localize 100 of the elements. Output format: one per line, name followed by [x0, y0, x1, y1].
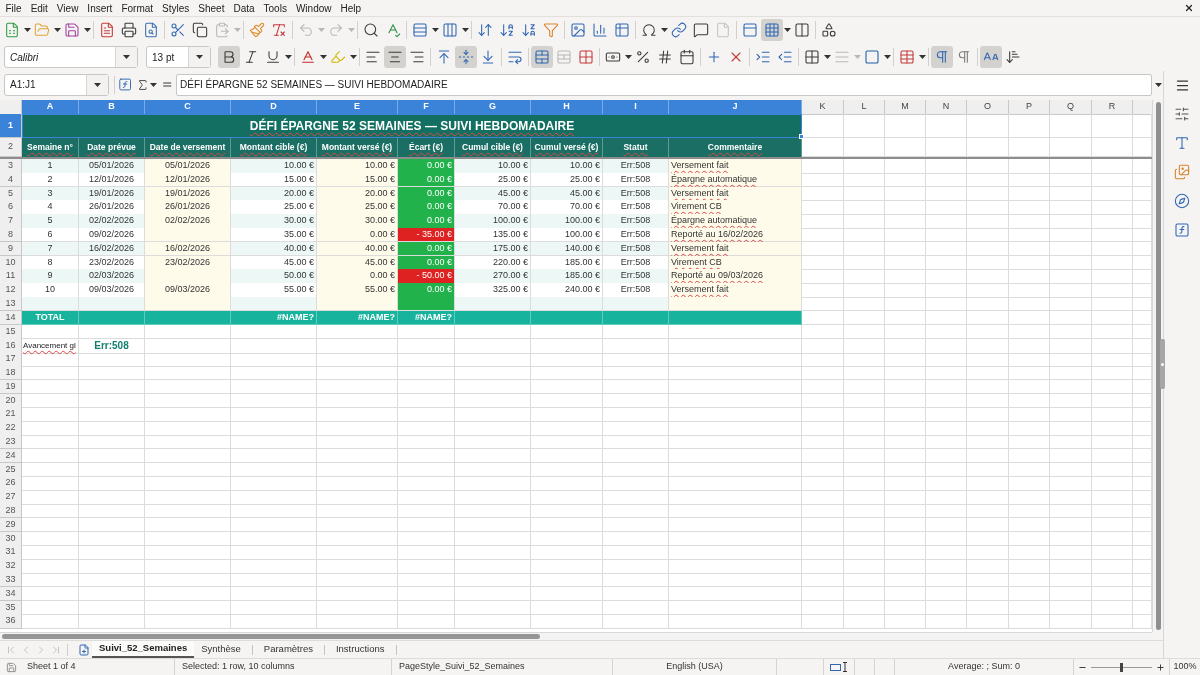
menu-item[interactable]: Edit — [26, 0, 53, 16]
row-header[interactable]: 1 — [0, 114, 22, 138]
caret-icon[interactable] — [783, 28, 791, 32]
plus-icon[interactable] — [1156, 662, 1165, 672]
column-header[interactable]: Q — [1050, 100, 1092, 115]
caret-icon[interactable] — [53, 28, 61, 32]
caret-icon[interactable] — [461, 28, 469, 32]
caret-icon[interactable] — [883, 55, 891, 59]
row-header[interactable]: 3 — [0, 159, 22, 174]
column-header[interactable]: B — [79, 100, 145, 115]
row-header[interactable]: 27 — [0, 490, 22, 505]
caret-icon[interactable] — [349, 55, 357, 59]
function-icon[interactable] — [1174, 222, 1190, 238]
font-size-field[interactable]: 13 pt — [146, 46, 211, 68]
column-header[interactable]: J — [669, 100, 802, 115]
text-horizontal-button[interactable] — [980, 46, 1002, 68]
caret-icon[interactable] — [1155, 82, 1163, 87]
caret-icon[interactable] — [660, 28, 668, 32]
menu-item[interactable]: Help — [336, 0, 366, 16]
column-header[interactable]: E — [317, 100, 398, 115]
fill-handle-icon[interactable] — [799, 134, 804, 139]
column-header[interactable]: R — [1092, 100, 1133, 115]
close-icon[interactable] — [1184, 3, 1194, 13]
menu-item[interactable]: Tools — [259, 0, 292, 16]
column-header[interactable]: C — [145, 100, 231, 115]
row-header[interactable]: 36 — [0, 614, 22, 629]
align-middle-button[interactable] — [455, 46, 477, 68]
name-box-field[interactable]: A1:J1 — [4, 73, 109, 96]
sheet-tab[interactable]: Instructions — [328, 641, 392, 658]
row-header[interactable]: 11 — [0, 269, 22, 284]
sheet-tab[interactable]: Suivi_52_Semaines — [92, 641, 195, 658]
merge-center-button[interactable] — [531, 46, 553, 68]
caret-icon[interactable] — [319, 55, 327, 59]
function-icon[interactable] — [117, 77, 133, 92]
menu-item[interactable]: View — [52, 0, 83, 16]
caret-icon[interactable] — [196, 55, 203, 59]
images-icon[interactable] — [1174, 164, 1190, 180]
row-header[interactable]: 26 — [0, 476, 22, 491]
column-header[interactable]: M — [885, 100, 926, 115]
slider-thumb[interactable] — [1120, 662, 1123, 672]
menu-item[interactable]: Format — [116, 0, 158, 16]
sigma-icon[interactable] — [136, 77, 150, 92]
font-name-field[interactable]: Calibri — [4, 46, 138, 68]
row-header[interactable]: 7 — [0, 214, 22, 229]
column-header[interactable]: K — [802, 100, 844, 115]
compass-icon[interactable] — [1174, 193, 1190, 209]
select-all-corner[interactable] — [0, 100, 22, 115]
caret-icon[interactable] — [918, 55, 926, 59]
rectangle-cursor-icon[interactable] — [830, 662, 848, 672]
column-header[interactable]: A — [22, 100, 79, 115]
menu-item[interactable]: File — [1, 0, 27, 16]
caret-icon[interactable] — [624, 55, 632, 59]
caret-icon[interactable] — [83, 28, 91, 32]
caret-icon[interactable] — [94, 82, 101, 87]
column-header[interactable]: L — [844, 100, 885, 115]
scrollbar-thumb[interactable] — [2, 634, 540, 639]
menu-icon[interactable] — [1174, 78, 1190, 93]
table-cell: 5 — [22, 214, 79, 229]
caret-icon[interactable] — [23, 28, 31, 32]
row-header[interactable]: 2 — [0, 138, 22, 157]
row-header[interactable]: 31 — [0, 545, 22, 560]
column-header[interactable]: O — [967, 100, 1009, 115]
menu-item[interactable]: Sheet — [193, 0, 229, 16]
column-header[interactable]: P — [1009, 100, 1050, 115]
column-header[interactable]: F — [398, 100, 455, 115]
add-page-icon[interactable] — [78, 643, 90, 656]
caret-icon[interactable] — [431, 28, 439, 32]
letter-t-icon[interactable] — [1174, 135, 1190, 151]
table-cell: 325.00 € — [455, 283, 531, 298]
row-header[interactable]: 17 — [0, 352, 22, 367]
menu-item[interactable]: Window — [291, 0, 336, 16]
left-to-right-button[interactable] — [931, 46, 953, 68]
row-header[interactable]: 6 — [0, 200, 22, 215]
bold-button[interactable] — [218, 46, 240, 68]
row-header[interactable]: 22 — [0, 421, 22, 436]
caret-icon[interactable] — [823, 55, 831, 59]
caret-icon[interactable] — [150, 82, 158, 87]
caret-icon[interactable] — [284, 55, 292, 59]
column-header[interactable]: H — [531, 100, 603, 115]
formula-input-field[interactable]: DÉFI ÉPARGNE 52 SEMAINES — SUIVI HEBDOMADAIRE — [176, 73, 1152, 96]
horizontal-scrollbar[interactable] — [0, 632, 1152, 640]
caret-icon[interactable] — [123, 55, 130, 59]
menu-item[interactable]: Styles — [157, 0, 194, 16]
row-header[interactable]: 12 — [0, 283, 22, 298]
row-header[interactable]: 32 — [0, 559, 22, 574]
column-header[interactable]: I — [603, 100, 669, 115]
row-header[interactable]: 21 — [0, 407, 22, 422]
menu-item[interactable]: Data — [228, 0, 260, 16]
column-header[interactable]: N — [926, 100, 967, 115]
align-center-button[interactable] — [384, 46, 406, 68]
column-header[interactable]: G — [455, 100, 531, 115]
language-status[interactable]: English (USA) — [666, 660, 723, 674]
sheet-tab[interactable]: Synthèse — [194, 641, 248, 658]
sliders-icon[interactable] — [1174, 106, 1190, 122]
menu-item[interactable]: Insert — [82, 0, 117, 16]
handle-icon[interactable] — [1160, 339, 1165, 389]
column-header[interactable]: D — [231, 100, 317, 115]
table-cell: 26/01/2026 — [145, 200, 231, 215]
sheet-tab[interactable]: Paramètres — [256, 641, 320, 658]
zoom-percent[interactable]: 100% — [1173, 660, 1197, 674]
